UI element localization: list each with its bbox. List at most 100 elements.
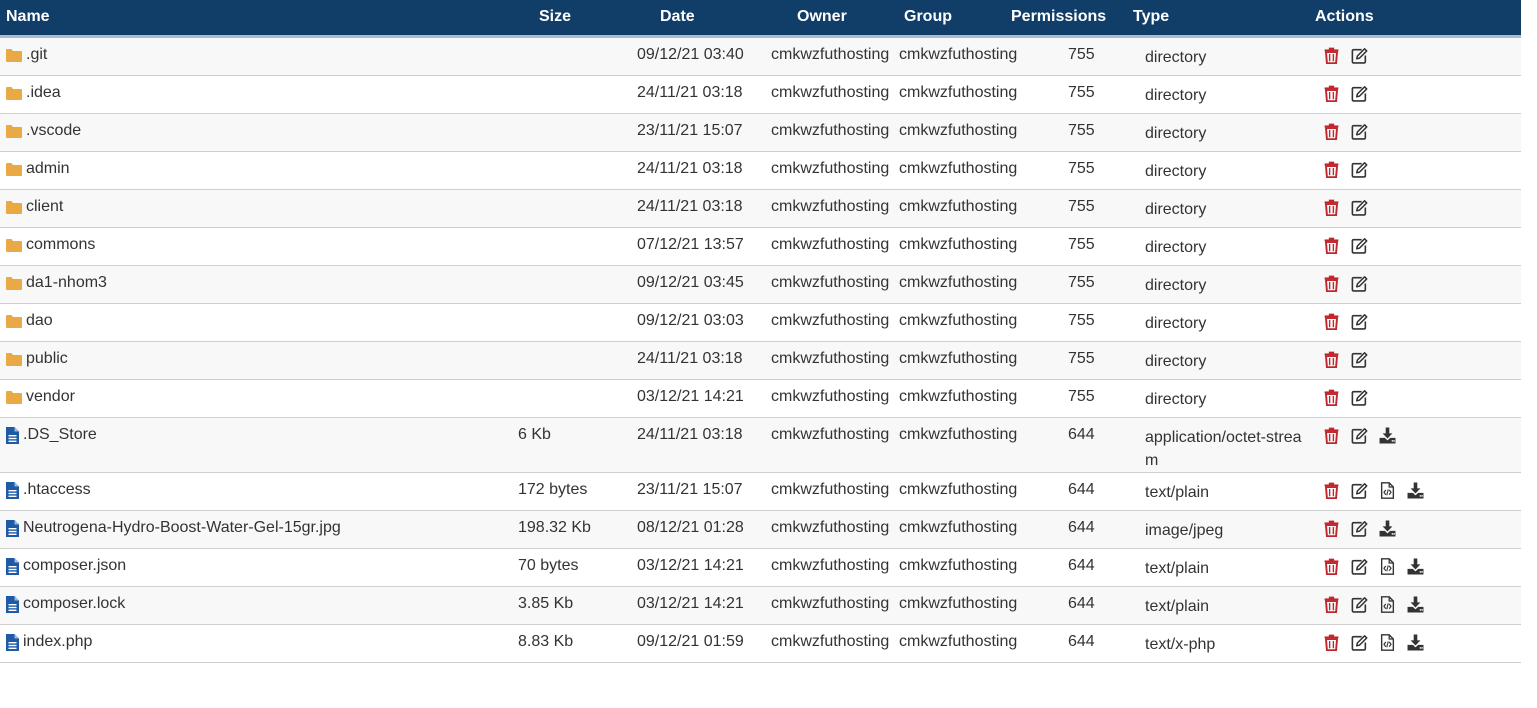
file-name[interactable]: .idea (26, 84, 61, 102)
table-row[interactable]: commons 07/12/21 13:57 cmkwzfuthosting c… (0, 228, 1521, 266)
code-file-icon[interactable] (1379, 482, 1396, 499)
file-name[interactable]: .vscode (26, 122, 81, 140)
table-row[interactable]: admin 24/11/21 03:18 cmkwzfuthosting cmk… (0, 152, 1521, 190)
name-cell[interactable]: Neutrogena-Hydro-Boost-Water-Gel-15gr.jp… (6, 519, 341, 537)
trash-icon[interactable] (1323, 389, 1340, 406)
table-row[interactable]: .idea 24/11/21 03:18 cmkwzfuthosting cmk… (0, 76, 1521, 114)
table-row[interactable]: .git 09/12/21 03:40 cmkwzfuthosting cmkw… (0, 38, 1521, 76)
trash-icon[interactable] (1323, 123, 1340, 140)
file-name[interactable]: composer.lock (23, 595, 125, 613)
edit-icon[interactable] (1351, 558, 1368, 575)
file-name[interactable]: public (26, 350, 68, 368)
download-icon[interactable] (1407, 634, 1424, 651)
trash-icon[interactable] (1323, 47, 1340, 64)
table-row[interactable]: .DS_Store 6 Kb 24/11/21 03:18 cmkwzfutho… (0, 418, 1521, 473)
table-row[interactable]: composer.lock 3.85 Kb 03/12/21 14:21 cmk… (0, 587, 1521, 625)
edit-icon[interactable] (1351, 389, 1368, 406)
edit-icon[interactable] (1351, 199, 1368, 216)
edit-icon[interactable] (1351, 427, 1368, 444)
name-cell[interactable]: .idea (6, 84, 61, 102)
code-file-icon[interactable] (1379, 596, 1396, 613)
name-cell[interactable]: da1-nhom3 (6, 274, 107, 292)
file-icon (6, 633, 19, 651)
trash-icon[interactable] (1323, 634, 1340, 651)
trash-icon[interactable] (1323, 313, 1340, 330)
name-cell[interactable]: composer.lock (6, 595, 125, 613)
name-cell[interactable]: client (6, 198, 63, 216)
trash-icon[interactable] (1323, 520, 1340, 537)
edit-icon[interactable] (1351, 520, 1368, 537)
column-header-name[interactable]: Name (6, 8, 50, 26)
trash-icon[interactable] (1323, 275, 1340, 292)
trash-icon[interactable] (1323, 427, 1340, 444)
trash-icon[interactable] (1323, 558, 1340, 575)
table-row[interactable]: Neutrogena-Hydro-Boost-Water-Gel-15gr.jp… (0, 511, 1521, 549)
edit-icon[interactable] (1351, 161, 1368, 178)
edit-icon[interactable] (1351, 351, 1368, 368)
edit-icon[interactable] (1351, 596, 1368, 613)
file-name[interactable]: da1-nhom3 (26, 274, 107, 292)
date-cell: 09/12/21 03:45 (637, 274, 744, 291)
name-cell[interactable]: dao (6, 312, 53, 330)
name-cell[interactable]: public (6, 350, 68, 368)
table-row[interactable]: composer.json 70 bytes 03/12/21 14:21 cm… (0, 549, 1521, 587)
file-name[interactable]: .git (26, 46, 47, 64)
download-icon[interactable] (1407, 482, 1424, 499)
download-icon[interactable] (1379, 427, 1396, 444)
name-cell[interactable]: vendor (6, 388, 75, 406)
download-icon[interactable] (1407, 596, 1424, 613)
column-header-permissions[interactable]: Permissions (1011, 8, 1106, 26)
name-cell[interactable]: composer.json (6, 557, 126, 575)
column-header-date[interactable]: Date (660, 8, 695, 26)
file-name[interactable]: .htaccess (23, 481, 91, 499)
name-cell[interactable]: .vscode (6, 122, 81, 140)
code-file-icon[interactable] (1379, 558, 1396, 575)
edit-icon[interactable] (1351, 313, 1368, 330)
table-row[interactable]: .htaccess 172 bytes 23/11/21 15:07 cmkwz… (0, 473, 1521, 511)
name-cell[interactable]: .git (6, 46, 47, 64)
edit-icon[interactable] (1351, 47, 1368, 64)
file-name[interactable]: index.php (23, 633, 92, 651)
download-icon[interactable] (1407, 558, 1424, 575)
name-cell[interactable]: .htaccess (6, 481, 91, 499)
name-cell[interactable]: admin (6, 160, 70, 178)
column-header-owner[interactable]: Owner (797, 8, 847, 26)
name-cell[interactable]: index.php (6, 633, 92, 651)
table-row[interactable]: public 24/11/21 03:18 cmkwzfuthosting cm… (0, 342, 1521, 380)
name-cell[interactable]: .DS_Store (6, 426, 97, 444)
table-row[interactable]: client 24/11/21 03:18 cmkwzfuthosting cm… (0, 190, 1521, 228)
edit-icon[interactable] (1351, 275, 1368, 292)
trash-icon[interactable] (1323, 199, 1340, 216)
edit-icon[interactable] (1351, 85, 1368, 102)
file-name[interactable]: vendor (26, 388, 75, 406)
code-file-icon[interactable] (1379, 634, 1396, 651)
name-cell[interactable]: commons (6, 236, 95, 254)
file-name[interactable]: commons (26, 236, 95, 254)
trash-icon[interactable] (1323, 161, 1340, 178)
table-row[interactable]: .vscode 23/11/21 15:07 cmkwzfuthosting c… (0, 114, 1521, 152)
trash-icon[interactable] (1323, 85, 1340, 102)
trash-icon[interactable] (1323, 596, 1340, 613)
download-icon[interactable] (1379, 520, 1396, 537)
file-name[interactable]: dao (26, 312, 53, 330)
file-name[interactable]: admin (26, 160, 70, 178)
column-header-size[interactable]: Size (539, 8, 571, 26)
trash-icon[interactable] (1323, 237, 1340, 254)
file-name[interactable]: .DS_Store (23, 426, 97, 444)
group-cell: cmkwzfuthosting (899, 557, 1018, 574)
column-header-group[interactable]: Group (904, 8, 952, 26)
column-header-type[interactable]: Type (1133, 8, 1169, 26)
file-name[interactable]: composer.json (23, 557, 126, 575)
edit-icon[interactable] (1351, 123, 1368, 140)
file-name[interactable]: client (26, 198, 63, 216)
file-name[interactable]: Neutrogena-Hydro-Boost-Water-Gel-15gr.jp… (23, 519, 341, 537)
edit-icon[interactable] (1351, 634, 1368, 651)
table-row[interactable]: index.php 8.83 Kb 09/12/21 01:59 cmkwzfu… (0, 625, 1521, 663)
edit-icon[interactable] (1351, 482, 1368, 499)
trash-icon[interactable] (1323, 351, 1340, 368)
table-row[interactable]: da1-nhom3 09/12/21 03:45 cmkwzfuthosting… (0, 266, 1521, 304)
trash-icon[interactable] (1323, 482, 1340, 499)
edit-icon[interactable] (1351, 237, 1368, 254)
table-row[interactable]: dao 09/12/21 03:03 cmkwzfuthosting cmkwz… (0, 304, 1521, 342)
table-row[interactable]: vendor 03/12/21 14:21 cmkwzfuthosting cm… (0, 380, 1521, 418)
